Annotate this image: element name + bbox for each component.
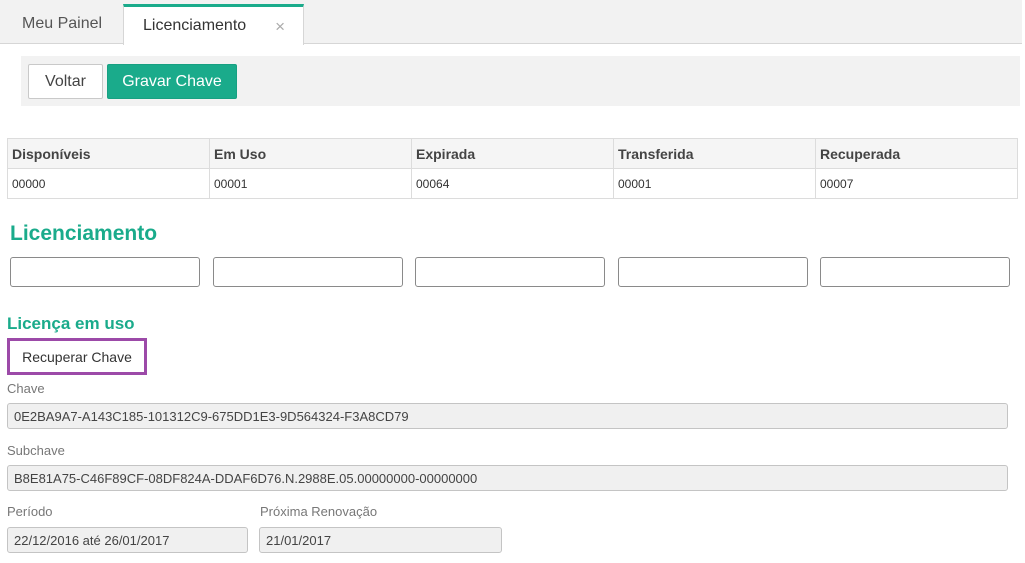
chave-label: Chave bbox=[7, 381, 45, 396]
table-header-row: Disponíveis Em Uso Expirada Transferida … bbox=[7, 138, 1018, 169]
subchave-field[interactable]: B8E81A75-C46F89CF-08DF824A-DDAF6D76.N.29… bbox=[7, 465, 1008, 491]
license-stats-table: Disponíveis Em Uso Expirada Transferida … bbox=[7, 138, 1018, 199]
license-key-inputs bbox=[10, 257, 1012, 287]
tab-meu-painel[interactable]: Meu Painel bbox=[0, 4, 123, 44]
proxima-renovacao-label: Próxima Renovação bbox=[260, 504, 378, 519]
tab-licenciamento[interactable]: Licenciamento × bbox=[123, 4, 304, 45]
license-key-input-2[interactable] bbox=[213, 257, 403, 287]
tab-licenciamento-label: Licenciamento bbox=[143, 17, 247, 34]
voltar-button[interactable]: Voltar bbox=[28, 64, 103, 99]
header-disponiveis: Disponíveis bbox=[7, 138, 210, 169]
license-key-input-5[interactable] bbox=[820, 257, 1010, 287]
header-transferida: Transferida bbox=[613, 138, 816, 169]
subchave-label: Subchave bbox=[7, 443, 65, 458]
value-em-uso: 00001 bbox=[209, 168, 412, 199]
tab-bar: Meu Painel Licenciamento × bbox=[0, 0, 1022, 45]
gravar-chave-button[interactable]: Gravar Chave bbox=[107, 64, 237, 99]
value-transferida: 00001 bbox=[613, 168, 816, 199]
chave-field[interactable]: 0E2BA9A7-A143C185-101312C9-675DD1E3-9D56… bbox=[7, 403, 1008, 429]
periodo-label: Período bbox=[7, 504, 53, 519]
recuperar-chave-button[interactable]: Recuperar Chave bbox=[7, 338, 147, 375]
value-expirada: 00064 bbox=[411, 168, 614, 199]
table-row: 00000 00001 00064 00001 00007 bbox=[7, 168, 1018, 199]
license-key-input-4[interactable] bbox=[618, 257, 808, 287]
periodo-field[interactable]: 22/12/2016 até 26/01/2017 bbox=[7, 527, 248, 553]
license-key-input-3[interactable] bbox=[415, 257, 605, 287]
proxima-renovacao-field[interactable]: 21/01/2017 bbox=[259, 527, 502, 553]
header-expirada: Expirada bbox=[411, 138, 614, 169]
toolbar: Voltar Gravar Chave bbox=[21, 56, 1020, 106]
licenca-em-uso-title: Licença em uso bbox=[7, 314, 135, 333]
header-em-uso: Em Uso bbox=[209, 138, 412, 169]
close-icon[interactable]: × bbox=[275, 17, 285, 37]
value-disponiveis: 00000 bbox=[7, 168, 210, 199]
tab-meu-painel-label: Meu Painel bbox=[22, 15, 103, 32]
license-key-input-1[interactable] bbox=[10, 257, 200, 287]
licenciamento-title: Licenciamento bbox=[10, 222, 158, 245]
header-recuperada: Recuperada bbox=[815, 138, 1018, 169]
value-recuperada: 00007 bbox=[815, 168, 1018, 199]
